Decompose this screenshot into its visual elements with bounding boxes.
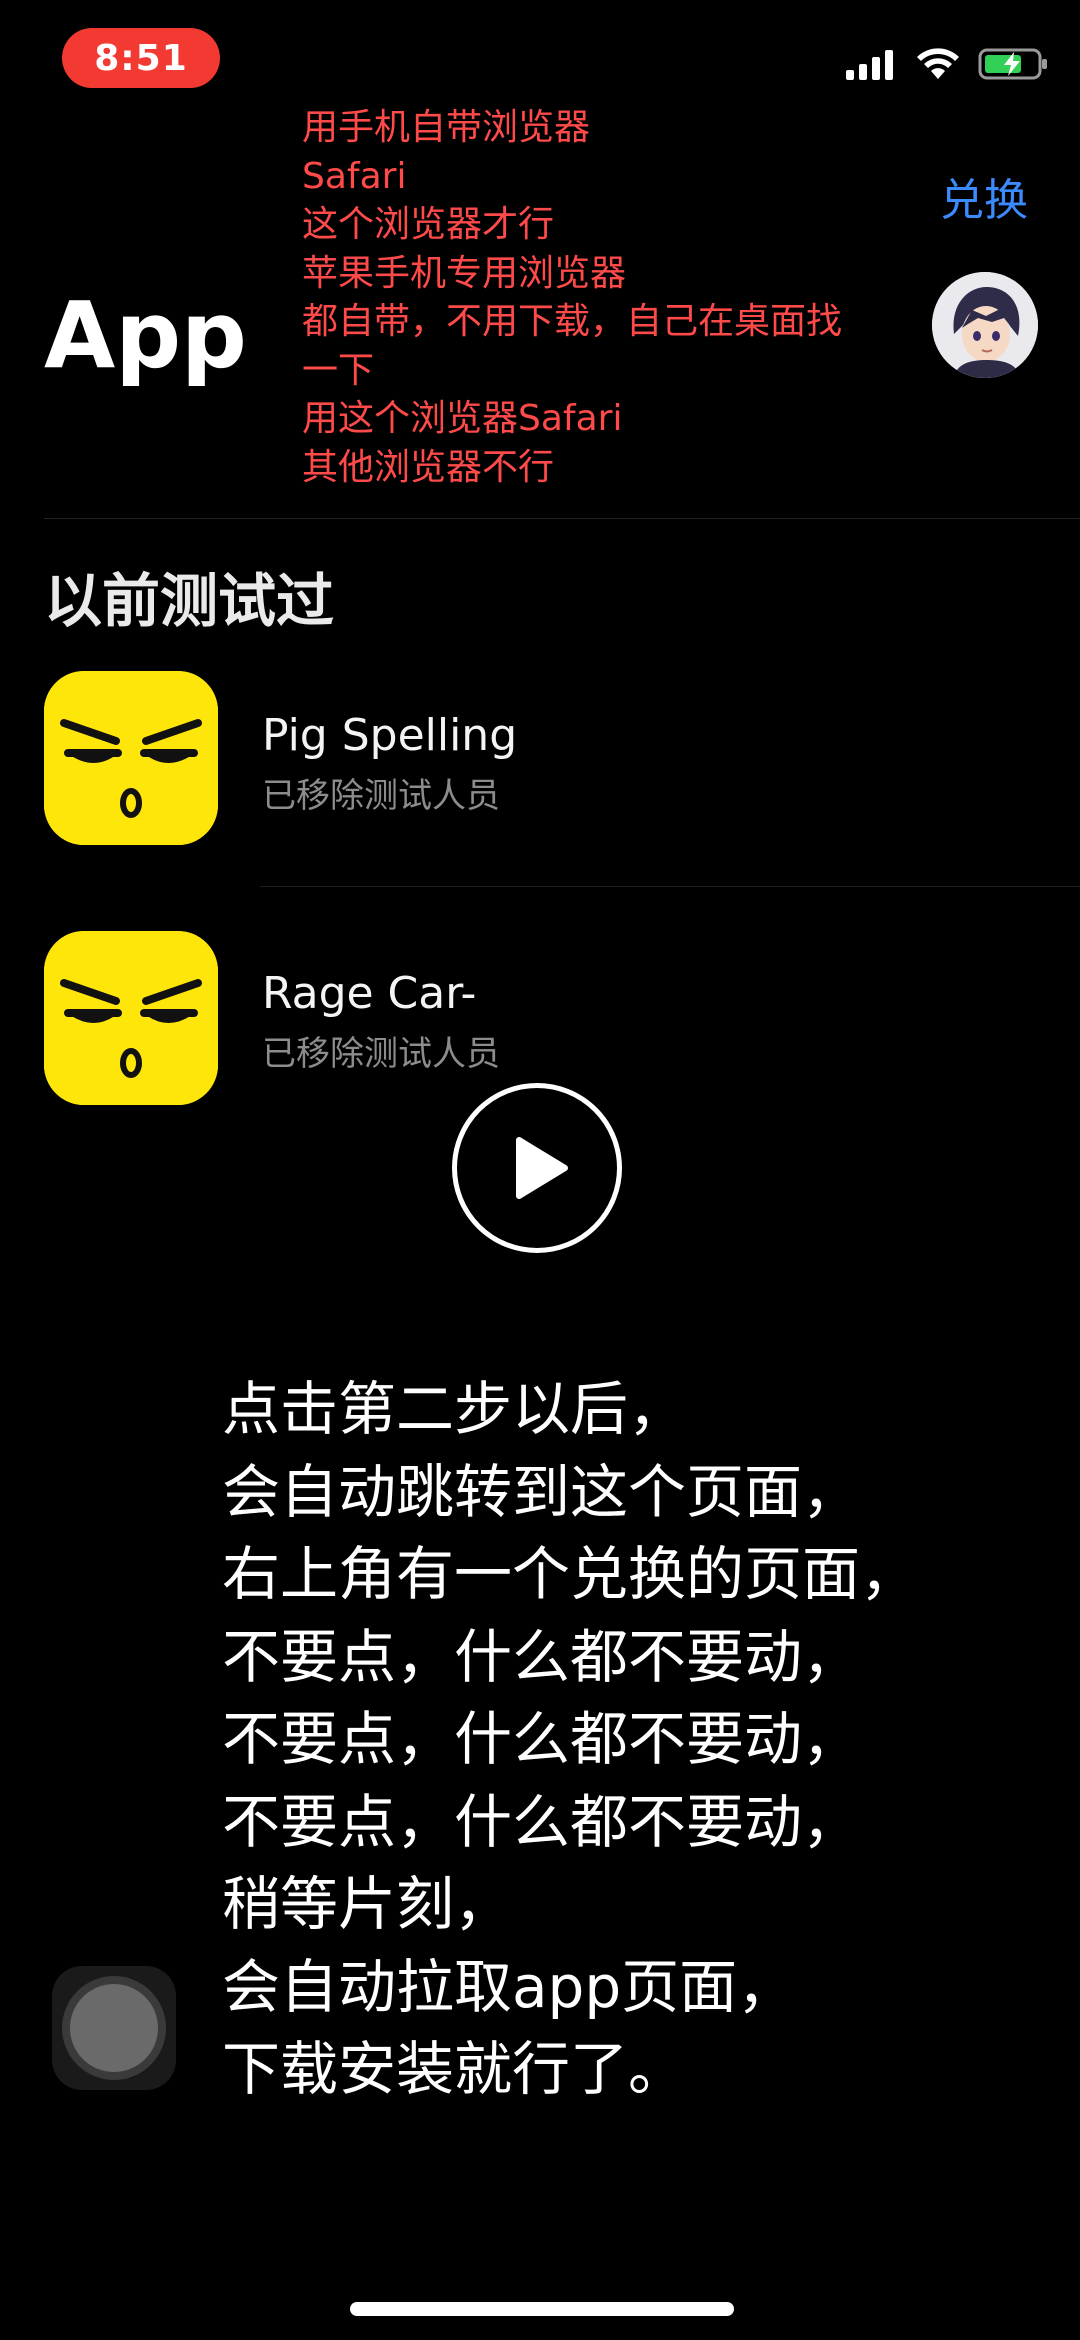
section-title: 以前测试过: [44, 567, 335, 635]
overlay-line: 不要点，什么都不要动，: [222, 1787, 861, 1856]
video-play-button[interactable]: [452, 1083, 622, 1253]
note-line: 都自带，不用下载，自己在桌面找: [302, 301, 843, 342]
redeem-button[interactable]: 兑换: [940, 164, 1028, 228]
overlay-line: 稍等片刻，: [222, 1870, 513, 1938]
status-icons: [846, 44, 1050, 84]
app-icon-pig-spelling[interactable]: [44, 671, 218, 845]
note-line: 苹果手机专用浏览器: [302, 252, 627, 294]
note-line: 用手机自带浏览器: [302, 107, 591, 148]
app-name[interactable]: Rage Car-: [262, 968, 476, 1019]
status-time-pill: 8:51: [62, 28, 220, 88]
app-name[interactable]: Pig Spelling: [262, 710, 517, 761]
user-avatar-icon: [932, 272, 1038, 378]
header-divider: [44, 518, 1080, 519]
overlay-line: 不要点，什么都不要动，: [222, 1622, 861, 1691]
play-icon: [516, 1137, 568, 1199]
assistive-touch-button[interactable]: [52, 1966, 176, 2090]
note-line: 这个浏览器才行: [302, 204, 555, 245]
avatar[interactable]: [932, 272, 1038, 378]
note-line: 用这个浏览器Safari: [302, 398, 623, 439]
app-status: 已移除测试人员: [262, 776, 500, 816]
overlay-line: 点击第二步以后，: [222, 1375, 687, 1443]
cellular-signal-icon: [846, 50, 893, 80]
note-line: 其他浏览器不行: [302, 446, 555, 488]
overlay-line: 会自动跳转到这个页面，: [222, 1457, 861, 1526]
page-title: App: [44, 282, 247, 389]
app-icon-rage-car[interactable]: [44, 931, 218, 1105]
app-status: 已移除测试人员: [262, 1034, 500, 1074]
yellow-face-app-icon: [44, 931, 218, 1105]
wifi-icon: [917, 48, 959, 79]
overlay-line: 不要点，什么都不要动，: [222, 1705, 861, 1773]
yellow-face-app-icon: [44, 671, 218, 845]
note-line: 一下: [302, 349, 375, 391]
overlay-line: 下载安装就行了。: [222, 2035, 687, 2103]
overlay-line: 右上角有一个兑换的页面，: [222, 1540, 919, 1608]
note-line: Safari: [302, 155, 407, 197]
home-indicator[interactable]: [350, 2302, 734, 2316]
status-time: 8:51: [94, 37, 188, 79]
row-divider: [260, 886, 1080, 887]
overlay-instructions: 点击第二步以后， 会自动跳转到这个页面， 右上角有一个兑换的页面， 不要点，什么…: [222, 1368, 918, 2111]
assistive-touch-icon: [70, 1984, 158, 2072]
overlay-line: 会自动拉取app页面，: [222, 1952, 796, 2021]
battery-charging-icon: [978, 48, 1047, 80]
red-instruction-note: 用手机自带浏览器 Safari 这个浏览器才行 苹果手机专用浏览器 都自带，不用…: [302, 104, 942, 492]
